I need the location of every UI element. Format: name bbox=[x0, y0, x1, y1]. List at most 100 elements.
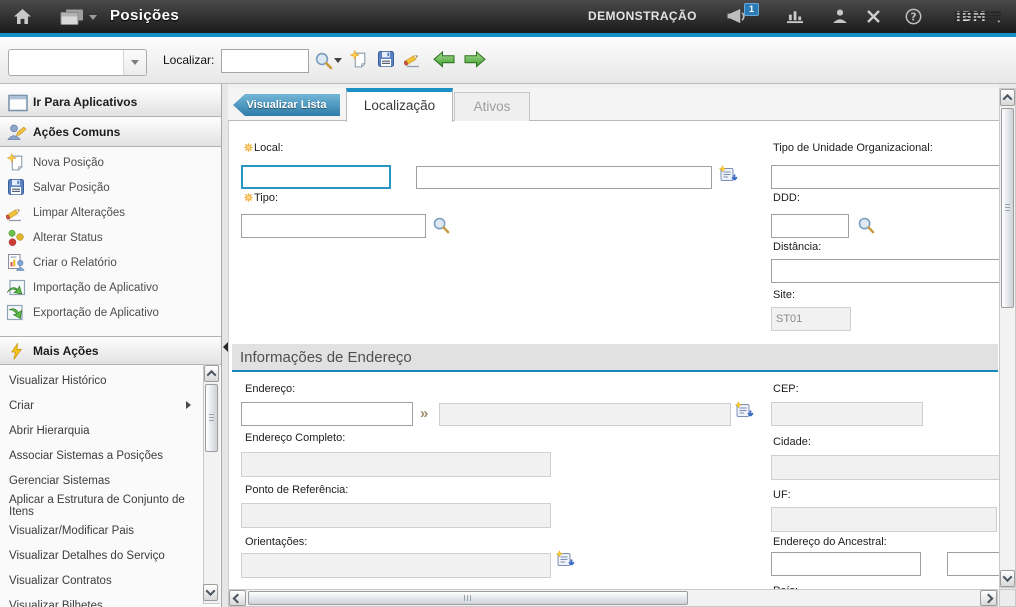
action-limpar-alteracoes[interactable]: Limpar Alterações bbox=[0, 200, 204, 225]
menu-item-label: Visualizar Histórico bbox=[9, 375, 107, 387]
action-exportacao-aplicativo[interactable]: Exportação de Aplicativo bbox=[0, 300, 204, 325]
sidebar-section-label: Mais Ações bbox=[33, 344, 99, 358]
clear-changes-icon bbox=[6, 204, 25, 227]
scroll-up-button[interactable] bbox=[204, 365, 219, 382]
distancia-input[interactable] bbox=[771, 259, 999, 283]
sidebar-section-common-actions[interactable]: Ações Comuns bbox=[0, 118, 221, 147]
field-label-cidade: Cidade: bbox=[773, 436, 811, 448]
field-label-endereco-completo: Endereço Completo: bbox=[245, 432, 345, 444]
main-vertical-scrollbar[interactable] bbox=[999, 88, 1016, 588]
local-input[interactable] bbox=[241, 165, 391, 189]
find-input[interactable] bbox=[221, 49, 309, 73]
previous-record-icon[interactable] bbox=[432, 51, 456, 73]
field-label-tipo-unidade: Tipo de Unidade Organizacional: bbox=[773, 142, 933, 154]
menu-item-gerenciar-sistemas[interactable]: Gerenciar Sistemas bbox=[0, 468, 195, 493]
search-icon[interactable] bbox=[314, 51, 333, 75]
action-salvar-posicao[interactable]: Salvar Posição bbox=[0, 175, 204, 200]
create-report-icon bbox=[7, 253, 25, 277]
endereco-ancestral-input-2[interactable] bbox=[947, 552, 999, 576]
local-description-input[interactable] bbox=[416, 166, 712, 189]
menu-item-abrir-hierarquia[interactable]: Abrir Hierarquia bbox=[0, 418, 195, 443]
help-icon[interactable]: ? bbox=[905, 8, 922, 30]
menu-item-label: Visualizar Contratos bbox=[9, 575, 112, 587]
ibm-logo: IBM bbox=[955, 8, 1001, 30]
long-description-icon[interactable] bbox=[718, 165, 738, 189]
menu-item-label: Gerenciar Sistemas bbox=[9, 475, 110, 487]
search-options-caret-icon[interactable] bbox=[334, 58, 342, 63]
ddd-lookup-icon[interactable] bbox=[857, 216, 875, 239]
svg-text:?: ? bbox=[910, 11, 916, 23]
applications-menu-caret-icon[interactable] bbox=[89, 15, 97, 20]
cep-input bbox=[771, 402, 923, 426]
save-record-icon[interactable] bbox=[377, 50, 395, 73]
action-importacao-aplicativo[interactable]: Importação de Aplicativo bbox=[0, 275, 204, 300]
endereco-ancestral-input[interactable] bbox=[771, 552, 921, 576]
menu-item-aplicar-estrutura[interactable]: Aplicar a Estrutura de Conjunto de Itens bbox=[0, 493, 195, 518]
environment-label: DEMONSTRAÇÃO bbox=[588, 9, 697, 23]
view-list-button[interactable]: Visualizar Lista bbox=[233, 94, 340, 116]
orientacoes-input bbox=[241, 553, 551, 578]
long-description-icon[interactable] bbox=[555, 550, 575, 574]
menu-item-visualizar-contratos[interactable]: Visualizar Contratos bbox=[0, 568, 195, 593]
sidebar-item-go-to-applications[interactable]: Ir Para Aplicativos bbox=[0, 88, 221, 117]
scroll-up-button[interactable] bbox=[1000, 89, 1015, 106]
detail-chevrons-icon[interactable]: » bbox=[420, 406, 428, 421]
field-label-local: Local: bbox=[244, 142, 283, 154]
menu-item-label: Associar Sistemas a Posições bbox=[9, 450, 163, 462]
save-icon bbox=[7, 178, 25, 201]
scroll-down-button[interactable] bbox=[203, 584, 218, 601]
scroll-left-button[interactable] bbox=[229, 590, 246, 606]
tab-localizacao[interactable]: Localização bbox=[346, 88, 453, 122]
reports-chart-icon[interactable] bbox=[786, 9, 805, 29]
long-description-icon[interactable] bbox=[734, 401, 754, 425]
field-label-endereco: Endereço: bbox=[245, 383, 295, 395]
profile-icon[interactable] bbox=[832, 8, 848, 29]
application-export-icon bbox=[6, 304, 26, 327]
required-icon bbox=[244, 143, 253, 152]
scroll-right-button[interactable] bbox=[980, 590, 997, 606]
tipo-lookup-icon[interactable] bbox=[432, 216, 450, 239]
menu-item-visualizar-detalhes-servico[interactable]: Visualizar Detalhes do Serviço bbox=[0, 543, 195, 568]
tipo-unidade-input[interactable] bbox=[771, 165, 999, 189]
menu-item-label: Visualizar Detalhes do Serviço bbox=[9, 550, 165, 562]
next-record-icon[interactable] bbox=[463, 51, 487, 73]
endereco-completo-input bbox=[241, 452, 551, 477]
menu-item-visualizar-historico[interactable]: Visualizar Histórico bbox=[0, 368, 195, 393]
field-label-uf: UF: bbox=[773, 489, 791, 501]
field-label-cep: CEP: bbox=[773, 383, 799, 395]
section-header-endereco: Informações de Endereço bbox=[232, 344, 998, 372]
page-title: Posições bbox=[110, 7, 179, 24]
home-icon[interactable] bbox=[13, 8, 32, 30]
scrollbar-thumb[interactable] bbox=[248, 591, 688, 605]
menu-item-associar-sistemas[interactable]: Associar Sistemas a Posições bbox=[0, 443, 195, 468]
field-label-distancia: Distância: bbox=[773, 241, 821, 253]
tipo-input[interactable] bbox=[241, 214, 426, 238]
menu-item-visualizar-bilhetes[interactable]: Visualizar Bilhetes bbox=[0, 593, 195, 607]
action-criar-relatorio[interactable]: Criar o Relatório bbox=[0, 250, 204, 275]
toolbar: Localizar: bbox=[0, 37, 1016, 84]
menu-item-visualizar-modificar-pais[interactable]: Visualizar/Modificar Pais bbox=[0, 518, 195, 543]
clear-changes-icon[interactable] bbox=[404, 50, 423, 73]
sidebar-scrollbar[interactable] bbox=[203, 364, 220, 604]
menu-item-criar[interactable]: Criar bbox=[0, 393, 195, 418]
sidebar-section-more-actions[interactable]: Mais Ações bbox=[0, 336, 221, 365]
applications-menu-icon[interactable] bbox=[60, 9, 84, 30]
scrollbar-thumb[interactable] bbox=[205, 384, 218, 452]
scroll-down-button[interactable] bbox=[1000, 570, 1015, 587]
application-import-icon bbox=[6, 279, 26, 302]
new-document-icon bbox=[7, 153, 26, 177]
action-alterar-status[interactable]: Alterar Status bbox=[0, 225, 204, 250]
main-horizontal-scrollbar[interactable] bbox=[228, 589, 998, 607]
action-nova-posicao[interactable]: Nova Posição bbox=[0, 150, 204, 175]
record-combobox[interactable] bbox=[8, 49, 147, 76]
field-label-tipo: Tipo: bbox=[244, 192, 278, 204]
close-session-icon[interactable] bbox=[866, 9, 881, 29]
endereco-input[interactable] bbox=[241, 402, 413, 426]
ddd-input[interactable] bbox=[771, 214, 849, 238]
title-bar: Posições DEMONSTRAÇÃO 1 ? IBM bbox=[0, 0, 1016, 33]
new-record-icon[interactable] bbox=[350, 50, 369, 74]
tab-ativos[interactable]: Ativos bbox=[454, 92, 530, 122]
combobox-caret-icon[interactable] bbox=[123, 50, 146, 75]
scrollbar-thumb[interactable] bbox=[1001, 108, 1014, 308]
change-status-icon bbox=[7, 229, 25, 252]
